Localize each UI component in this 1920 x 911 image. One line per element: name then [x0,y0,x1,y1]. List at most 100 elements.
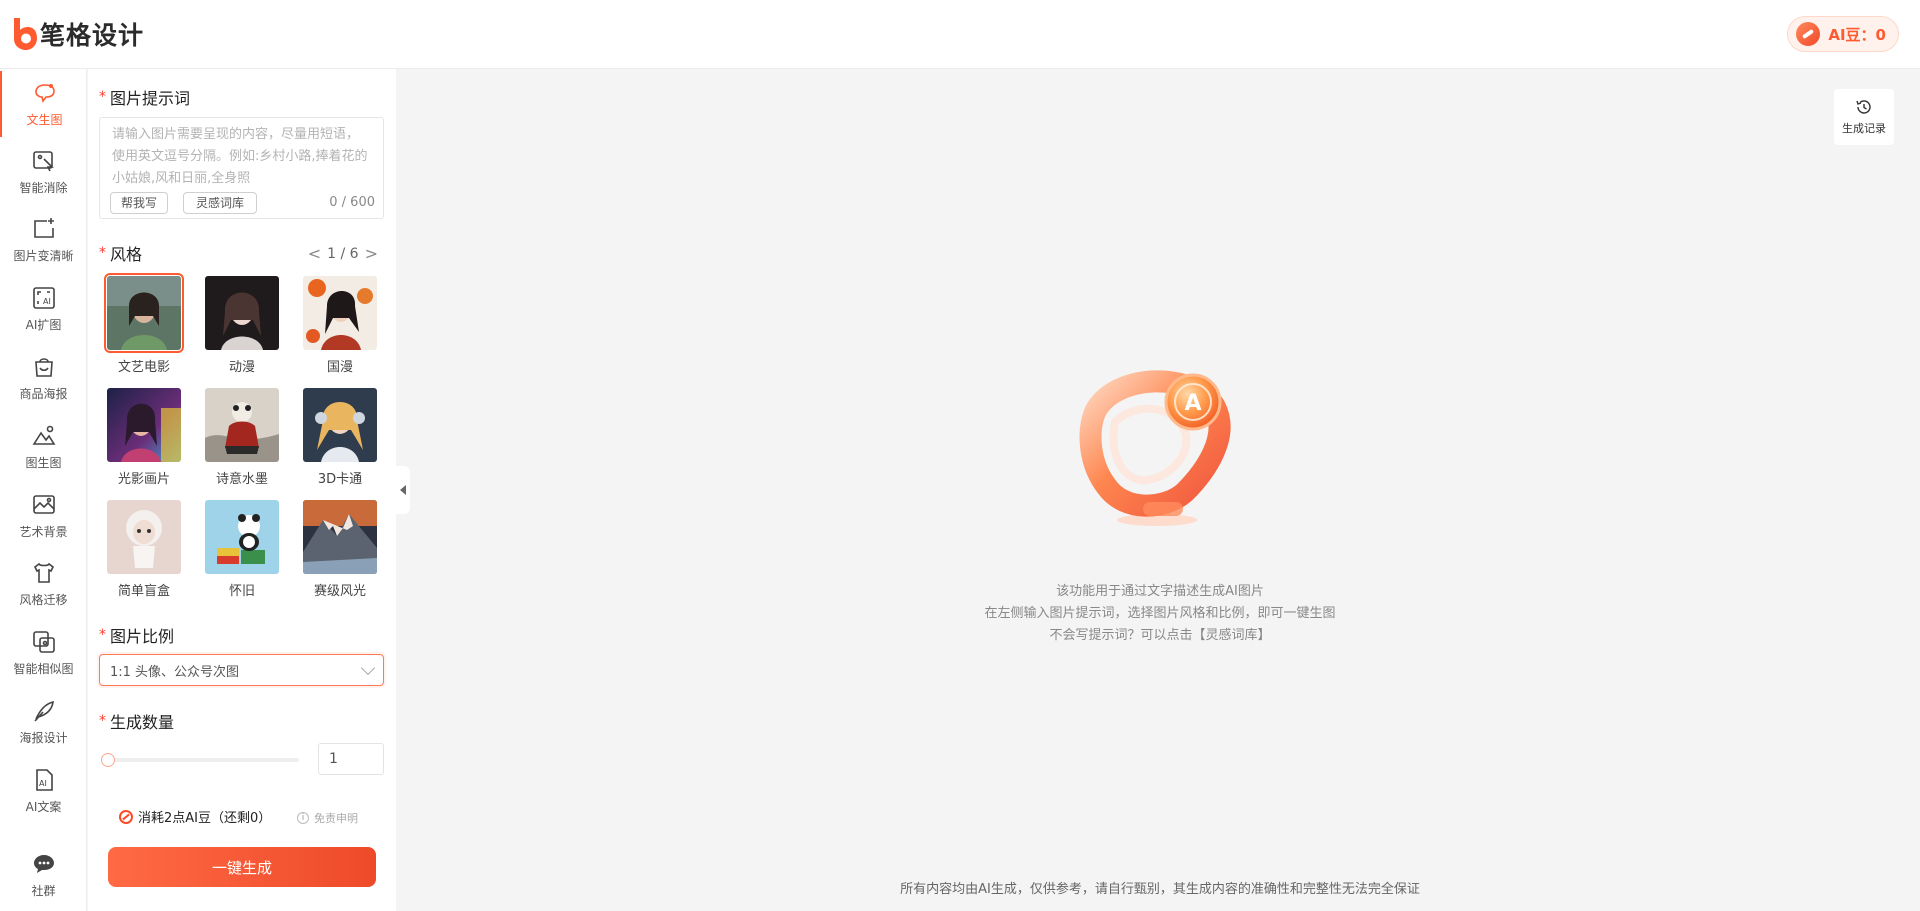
sidebar-item-text-to-image[interactable]: 文生图 [0,71,87,137]
style-card-guoman[interactable]: 国漫 [301,276,379,375]
sidebar-item-ai-expand[interactable]: AI AI扩图 [0,276,87,342]
sidebar-item-label: 艺术背景 [19,525,68,539]
ai-bean-icon [119,809,133,824]
prev-page-button[interactable]: < [308,244,321,263]
sidebar-item-label: 社群 [31,884,56,898]
slider-handle[interactable] [101,753,115,767]
chevron-down-icon [360,660,376,675]
help-write-button[interactable]: 帮我写 [110,192,169,214]
style-thumbnail [303,388,377,462]
sidebar-item-similar-image[interactable]: 智能相似图 [0,620,87,686]
top-header: 笔格设计 AI豆：0 [0,0,1920,69]
sidebar-item-image-to-image[interactable]: 图生图 [0,414,87,480]
sidebar-item-label: 海报设计 [19,731,68,745]
text-to-image-icon [34,84,55,103]
style-card-literary-film[interactable]: 文艺电影 [104,273,184,375]
sidebar-item-label: AI文案 [25,800,62,814]
prompt-box: 帮我写 灵感词库 0 / 600 [99,117,384,219]
style-transfer-icon [33,562,54,583]
ai-disclaimer-footer: 所有内容均由AI生成，仅供参考，请自行甄别，其生成内容的准确性和完整性无法完全保… [900,882,1420,897]
next-page-button[interactable]: > [365,244,378,263]
style-thumbnail [107,500,181,574]
art-background-icon [32,495,55,514]
style-card-ink-wash[interactable]: 诗意水墨 [203,388,281,487]
prompt-char-counter: 0 / 600 [329,195,375,210]
disclaimer-text: 免责申明 [314,812,358,825]
intro-line: 在左侧输入图片提示词，选择图片风格和比例，即可一键生图 [984,606,1336,621]
style-name: 简单盲盒 [117,584,170,599]
inspiration-library-button[interactable]: 灵感词库 [183,192,258,214]
disclaimer-link[interactable]: i 免责申明 [297,810,358,826]
style-card-nostalgia[interactable]: 怀旧 [203,500,281,599]
style-name: 文艺电影 [117,360,170,375]
required-mark: * [99,713,106,729]
quantity-input[interactable] [318,743,384,775]
cost-info: 消耗2点AI豆（还剩0） [119,807,271,826]
sidebar-item-label: 商品海报 [19,387,68,401]
product-poster-icon [34,358,53,377]
style-card-blind-box[interactable]: 简单盲盒 [105,500,183,599]
sidebar-item-label: 智能相似图 [13,662,74,676]
sidebar-item-smart-erase[interactable]: 智能消除 [0,139,87,205]
ai-copywriting-icon: AI [35,769,53,791]
quantity-title-text: 生成数量 [110,713,175,732]
similar-image-icon [32,631,55,653]
collapse-panel-button[interactable] [396,466,410,514]
sidebar-item-art-background[interactable]: 艺术背景 [0,483,87,549]
required-mark: * [99,89,106,105]
style-thumbnail [205,500,279,574]
ai-bean-icon [1796,22,1821,46]
sidebar-item-ai-copywriting[interactable]: AI AI文案 [0,758,87,824]
style-card-scenery[interactable]: 赛级风光 [301,500,379,599]
ai-bean-balance[interactable]: AI豆：0 [1787,16,1899,52]
prompt-input[interactable] [100,118,383,188]
sidebar-item-poster-design[interactable]: 海报设计 [0,689,87,755]
sidebar-item-community[interactable]: 社群 [0,842,87,908]
sidebar-item-label: 图片变清晰 [13,249,74,263]
hero-letter: A [1184,391,1201,416]
sidebar-item-image-sharpen[interactable]: 图片变清晰 [0,207,87,273]
quantity-slider[interactable] [101,753,299,767]
ai-expand-icon: AI [32,287,55,309]
style-name: 3D卡通 [317,472,363,487]
ai-ring-illustration: A [1079,370,1231,526]
sidebar-item-label: 图生图 [25,456,62,470]
required-mark: * [99,627,106,643]
ratio-selected-value: 1:1 头像、公众号次图 [110,664,240,680]
style-card-light-shadow[interactable]: 光影画片 [105,388,183,487]
svg-text:AI: AI [43,297,51,306]
style-name: 国漫 [326,360,353,375]
info-icon: i [297,812,309,824]
logo-text: 笔格设计 [40,21,145,50]
style-name: 诗意水墨 [215,472,268,487]
sidebar-nav: 文生图 智能消除 图片变清晰 AI AI扩图 商品海报 图生图 艺术背景 风格迁… [0,69,87,911]
sidebar-item-label: AI扩图 [25,318,62,332]
intro-line: 不会写提示词？可以点击【灵感词库】 [1049,628,1271,643]
image-sharpen-icon [33,218,54,238]
style-card-3d-cartoon[interactable]: 3D卡通 [301,388,379,487]
style-thumbnail [104,273,184,353]
style-thumbnail [303,276,377,350]
cost-text: 消耗2点AI豆（还剩0） [138,811,272,826]
style-title: * 风格 [99,241,142,265]
generate-button[interactable]: 一键生成 [108,847,376,887]
history-button[interactable]: 生成记录 [1834,89,1894,145]
style-name: 动漫 [228,360,255,375]
history-label: 生成记录 [1842,122,1886,135]
feature-intro: 该功能用于通过文字描述生成AI图片 在左侧输入图片提示词，选择图片风格和比例，即… [900,581,1420,647]
style-thumbnail [303,500,377,574]
required-mark: * [99,245,106,261]
sidebar-item-style-transfer[interactable]: 风格迁移 [0,551,87,617]
style-name: 怀旧 [228,584,255,599]
sidebar-item-product-poster[interactable]: 商品海报 [0,345,87,411]
poster-design-icon [33,700,54,722]
settings-panel: * 图片提示词 帮我写 灵感词库 0 / 600 * 风格 < 1 / 6 > … [88,69,396,911]
style-card-anime[interactable]: 动漫 [203,276,281,375]
ratio-select[interactable]: 1:1 头像、公众号次图 [99,654,384,686]
logo[interactable]: 笔格设计 [10,16,144,52]
smart-erase-icon [32,151,54,172]
prompt-title: * 图片提示词 [99,85,190,109]
intro-line: 该功能用于通过文字描述生成AI图片 [1056,584,1264,599]
quantity-title: * 生成数量 [99,709,174,733]
logo-icon [14,18,37,50]
